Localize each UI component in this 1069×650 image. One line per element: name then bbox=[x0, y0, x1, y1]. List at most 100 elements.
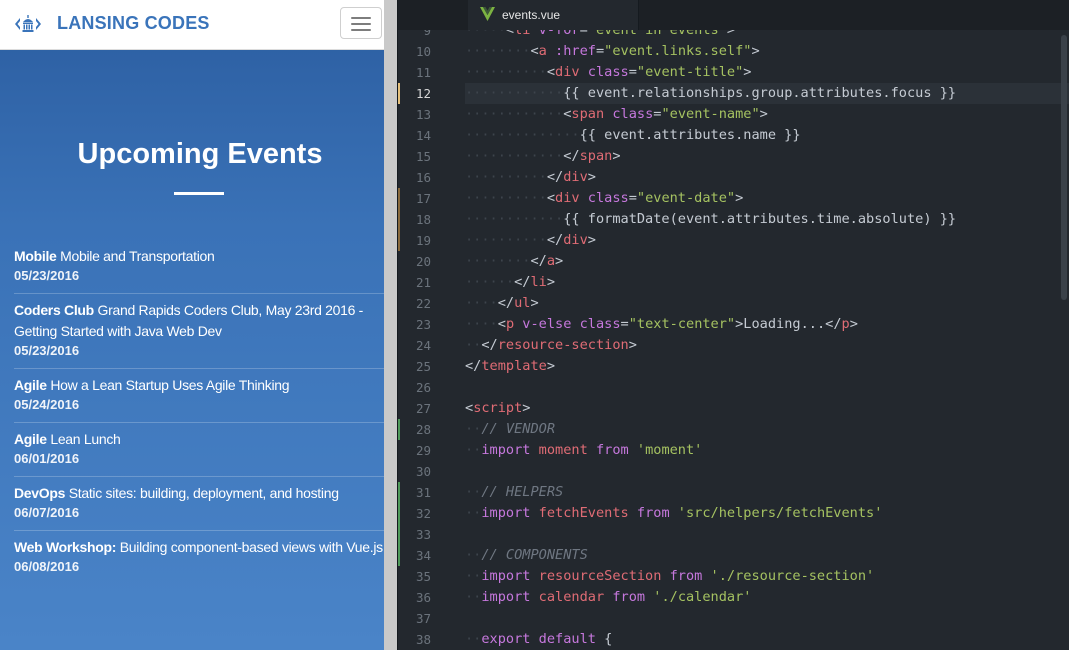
event-list-item[interactable]: Coders Club Grand Rapids Coders Club, Ma… bbox=[14, 294, 384, 369]
code-line[interactable]: ······</li> bbox=[465, 272, 555, 293]
code-line[interactable]: ··········<div class="event-date"> bbox=[465, 188, 743, 209]
code-line[interactable]: ············{{ event.relationships.group… bbox=[465, 83, 956, 104]
event-title: DevOps Static sites: building, deploymen… bbox=[14, 483, 384, 504]
code-token: 'src/helpers/fetchEvents' bbox=[669, 505, 883, 521]
code-token: a bbox=[538, 43, 547, 59]
event-list: Mobile Mobile and Transportation 05/23/20… bbox=[14, 240, 384, 584]
event-date: 06/01/2016 bbox=[14, 451, 80, 466]
code-token: ·········· bbox=[465, 169, 547, 185]
code-token: ·· bbox=[465, 421, 482, 437]
code-line[interactable]: ··········</div> bbox=[465, 167, 596, 188]
code-line[interactable]: ··import resourceSection from './resourc… bbox=[465, 566, 874, 587]
event-list-item[interactable]: Agile How a Lean Startup Uses Agile Thin… bbox=[14, 369, 384, 423]
event-list-item[interactable]: Agile Lean Lunch 06/01/2016 bbox=[14, 423, 384, 477]
line-number: 28 bbox=[415, 422, 431, 437]
code-token: template bbox=[481, 358, 547, 374]
line-number: 10 bbox=[415, 44, 431, 59]
code-line[interactable]: ··········<div class="event-title"> bbox=[465, 62, 751, 83]
code-token: ········ bbox=[465, 43, 531, 59]
line-number: 29 bbox=[415, 443, 431, 458]
code-token: ·· bbox=[465, 442, 482, 458]
event-name: How a Lean Startup Uses Agile Thinking bbox=[50, 377, 290, 393]
code-line[interactable]: ············</span> bbox=[465, 146, 621, 167]
event-list-item[interactable]: DevOps Static sites: building, deploymen… bbox=[14, 477, 384, 531]
code-token: > bbox=[587, 169, 596, 185]
code-token: ·· bbox=[465, 568, 482, 584]
line-number: 25 bbox=[415, 359, 431, 374]
code-token: fetchEvents bbox=[530, 505, 629, 521]
git-change-marker bbox=[398, 419, 400, 440]
code-token: 'moment' bbox=[628, 442, 703, 458]
line-number: 11 bbox=[415, 65, 431, 80]
code-line[interactable]: ········</a> bbox=[465, 251, 563, 272]
code-token: import bbox=[481, 589, 531, 605]
code-line[interactable]: ····</ul> bbox=[465, 293, 539, 314]
code-line[interactable]: ··import calendar from './calendar' bbox=[465, 587, 751, 608]
code-line[interactable]: ··import moment from 'moment' bbox=[465, 440, 702, 461]
code-token: class bbox=[579, 190, 629, 206]
code-token: ·········· bbox=[465, 232, 547, 248]
event-date: 06/08/2016 bbox=[14, 559, 80, 574]
code-token: span bbox=[579, 148, 613, 164]
code-line[interactable]: ········<a :href="event.links.self"> bbox=[465, 41, 760, 62]
capitol-logo-icon[interactable] bbox=[14, 14, 42, 34]
event-title: Mobile Mobile and Transportation bbox=[14, 246, 384, 267]
code-token: > bbox=[587, 232, 596, 248]
code-token: </ bbox=[481, 337, 498, 353]
code-line[interactable]: ············<span class="event-name"> bbox=[465, 104, 768, 125]
tab-events-vue[interactable]: events.vue bbox=[468, 0, 639, 30]
hamburger-menu-button[interactable] bbox=[340, 7, 382, 39]
code-line[interactable]: ····<p v-else class="text-center">Loadin… bbox=[465, 314, 858, 335]
code-token: { bbox=[595, 631, 613, 647]
code-token: ·· bbox=[465, 631, 482, 647]
code-token: v-else bbox=[514, 316, 572, 332]
line-number: 32 bbox=[415, 506, 431, 521]
line-number: 35 bbox=[415, 569, 431, 584]
code-token: < bbox=[546, 190, 556, 206]
line-number: 22 bbox=[415, 296, 431, 311]
code-line[interactable]: ··</resource-section> bbox=[465, 335, 637, 356]
code-token: import bbox=[481, 442, 531, 458]
line-number: 30 bbox=[415, 464, 431, 479]
code-line[interactable]: ··export default { bbox=[465, 629, 612, 650]
code-line[interactable]: ··········</div> bbox=[465, 230, 596, 251]
code-token: :href bbox=[546, 43, 596, 59]
code-token: ·············· bbox=[465, 127, 580, 143]
code-token: < bbox=[497, 316, 506, 332]
editor-scrollbar[interactable] bbox=[1061, 35, 1067, 300]
code-token: ·· bbox=[465, 505, 482, 521]
line-number: 37 bbox=[415, 611, 431, 626]
event-title: Agile How a Lean Startup Uses Agile Thin… bbox=[14, 375, 384, 396]
code-line[interactable]: <script> bbox=[465, 398, 530, 419]
event-name: Lean Lunch bbox=[50, 431, 121, 447]
hamburger-bar bbox=[351, 23, 371, 25]
brand-name[interactable]: LANSING CODES bbox=[57, 13, 210, 34]
code-token: class bbox=[579, 64, 629, 80]
event-title: Agile Lean Lunch bbox=[14, 429, 384, 450]
code-line[interactable]: ··import fetchEvents from 'src/helpers/f… bbox=[465, 503, 882, 524]
code-token: script bbox=[473, 400, 523, 416]
code-token: "text-center" bbox=[628, 316, 736, 332]
code-line[interactable]: ··// COMPONENTS bbox=[465, 545, 588, 566]
code-token: resource-section bbox=[497, 337, 629, 353]
event-name: Static sites: building, deployment, and … bbox=[68, 485, 339, 501]
code-line[interactable]: ············{{ formatDate(event.attribut… bbox=[465, 209, 956, 230]
event-list-item[interactable]: Mobile Mobile and Transportation 05/23/20… bbox=[14, 240, 384, 294]
code-token: </ bbox=[546, 232, 564, 248]
code-token: </ bbox=[514, 274, 531, 290]
pane-divider[interactable] bbox=[384, 0, 398, 650]
code-token: > bbox=[546, 274, 556, 290]
page-title: Upcoming Events bbox=[77, 138, 323, 170]
code-line[interactable]: </template> bbox=[465, 356, 555, 377]
event-list-item[interactable]: Web Workshop: Building component-based v… bbox=[14, 531, 384, 584]
code-token: class bbox=[604, 106, 654, 122]
code-line[interactable]: ··············{{ event.attributes.name }… bbox=[465, 125, 801, 146]
code-token: ············ bbox=[465, 148, 564, 164]
line-number: 12 bbox=[415, 86, 431, 101]
code-token: './calendar' bbox=[645, 589, 752, 605]
code-token: // HELPERS bbox=[481, 484, 564, 500]
code-line[interactable]: ··// HELPERS bbox=[465, 482, 563, 503]
code-line[interactable]: ··// VENDOR bbox=[465, 419, 555, 440]
code-token: > bbox=[546, 358, 556, 374]
git-change-marker bbox=[398, 188, 400, 251]
